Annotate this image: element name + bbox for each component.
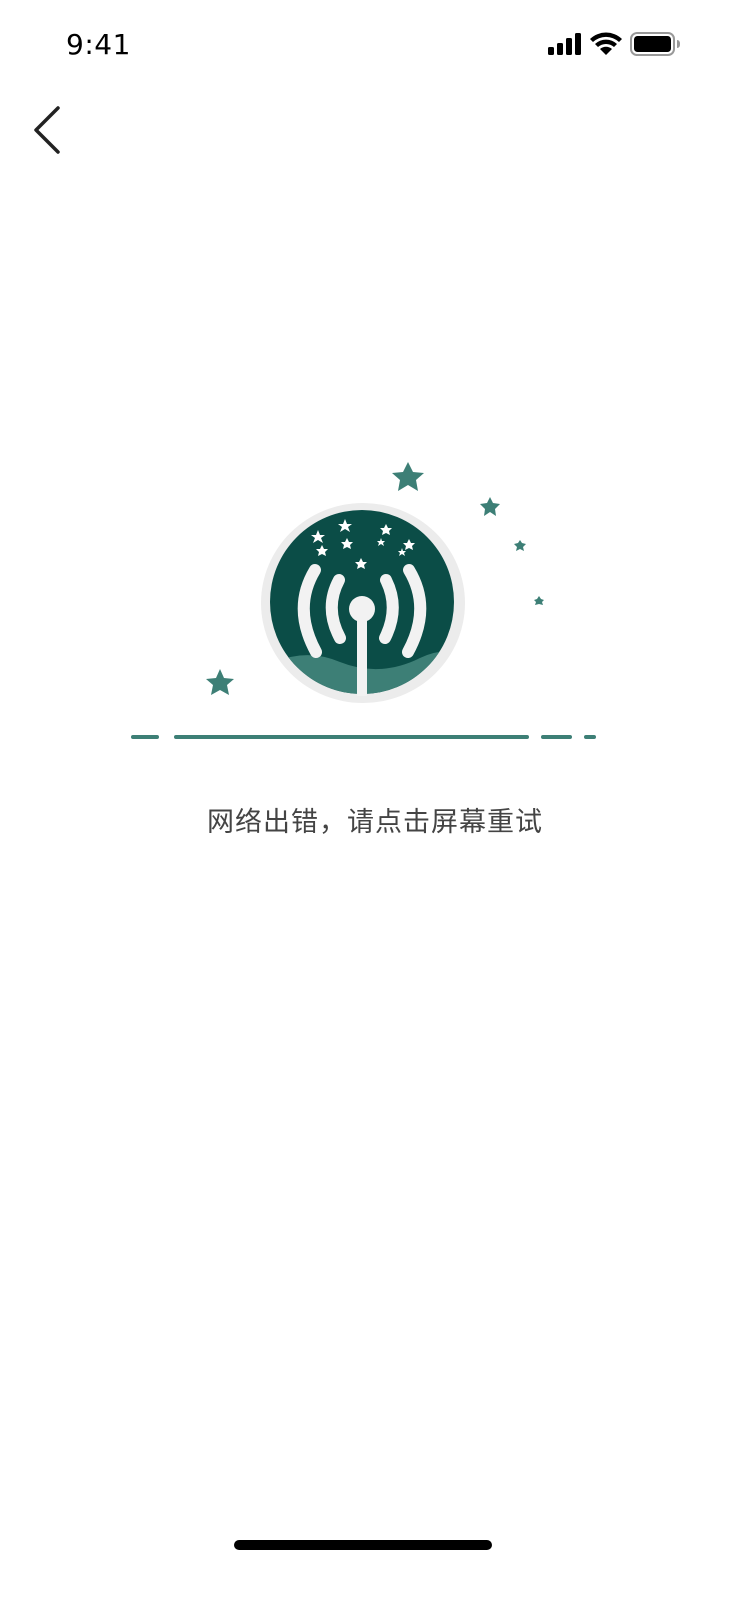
- network-error-illustration: [100, 440, 620, 770]
- antenna-pole: [357, 618, 367, 696]
- error-message[interactable]: 网络出错，请点击屏幕重试: [0, 800, 750, 839]
- home-indicator: [234, 1540, 492, 1550]
- battery-icon: [630, 32, 680, 56]
- cellular-signal-icon: [548, 33, 581, 55]
- status-time: 9:41: [66, 28, 131, 61]
- status-icons: [548, 32, 680, 56]
- broadcast-signal-illustration: [131, 462, 596, 739]
- status-bar: 9:41: [0, 0, 750, 88]
- wifi-icon: [590, 32, 622, 55]
